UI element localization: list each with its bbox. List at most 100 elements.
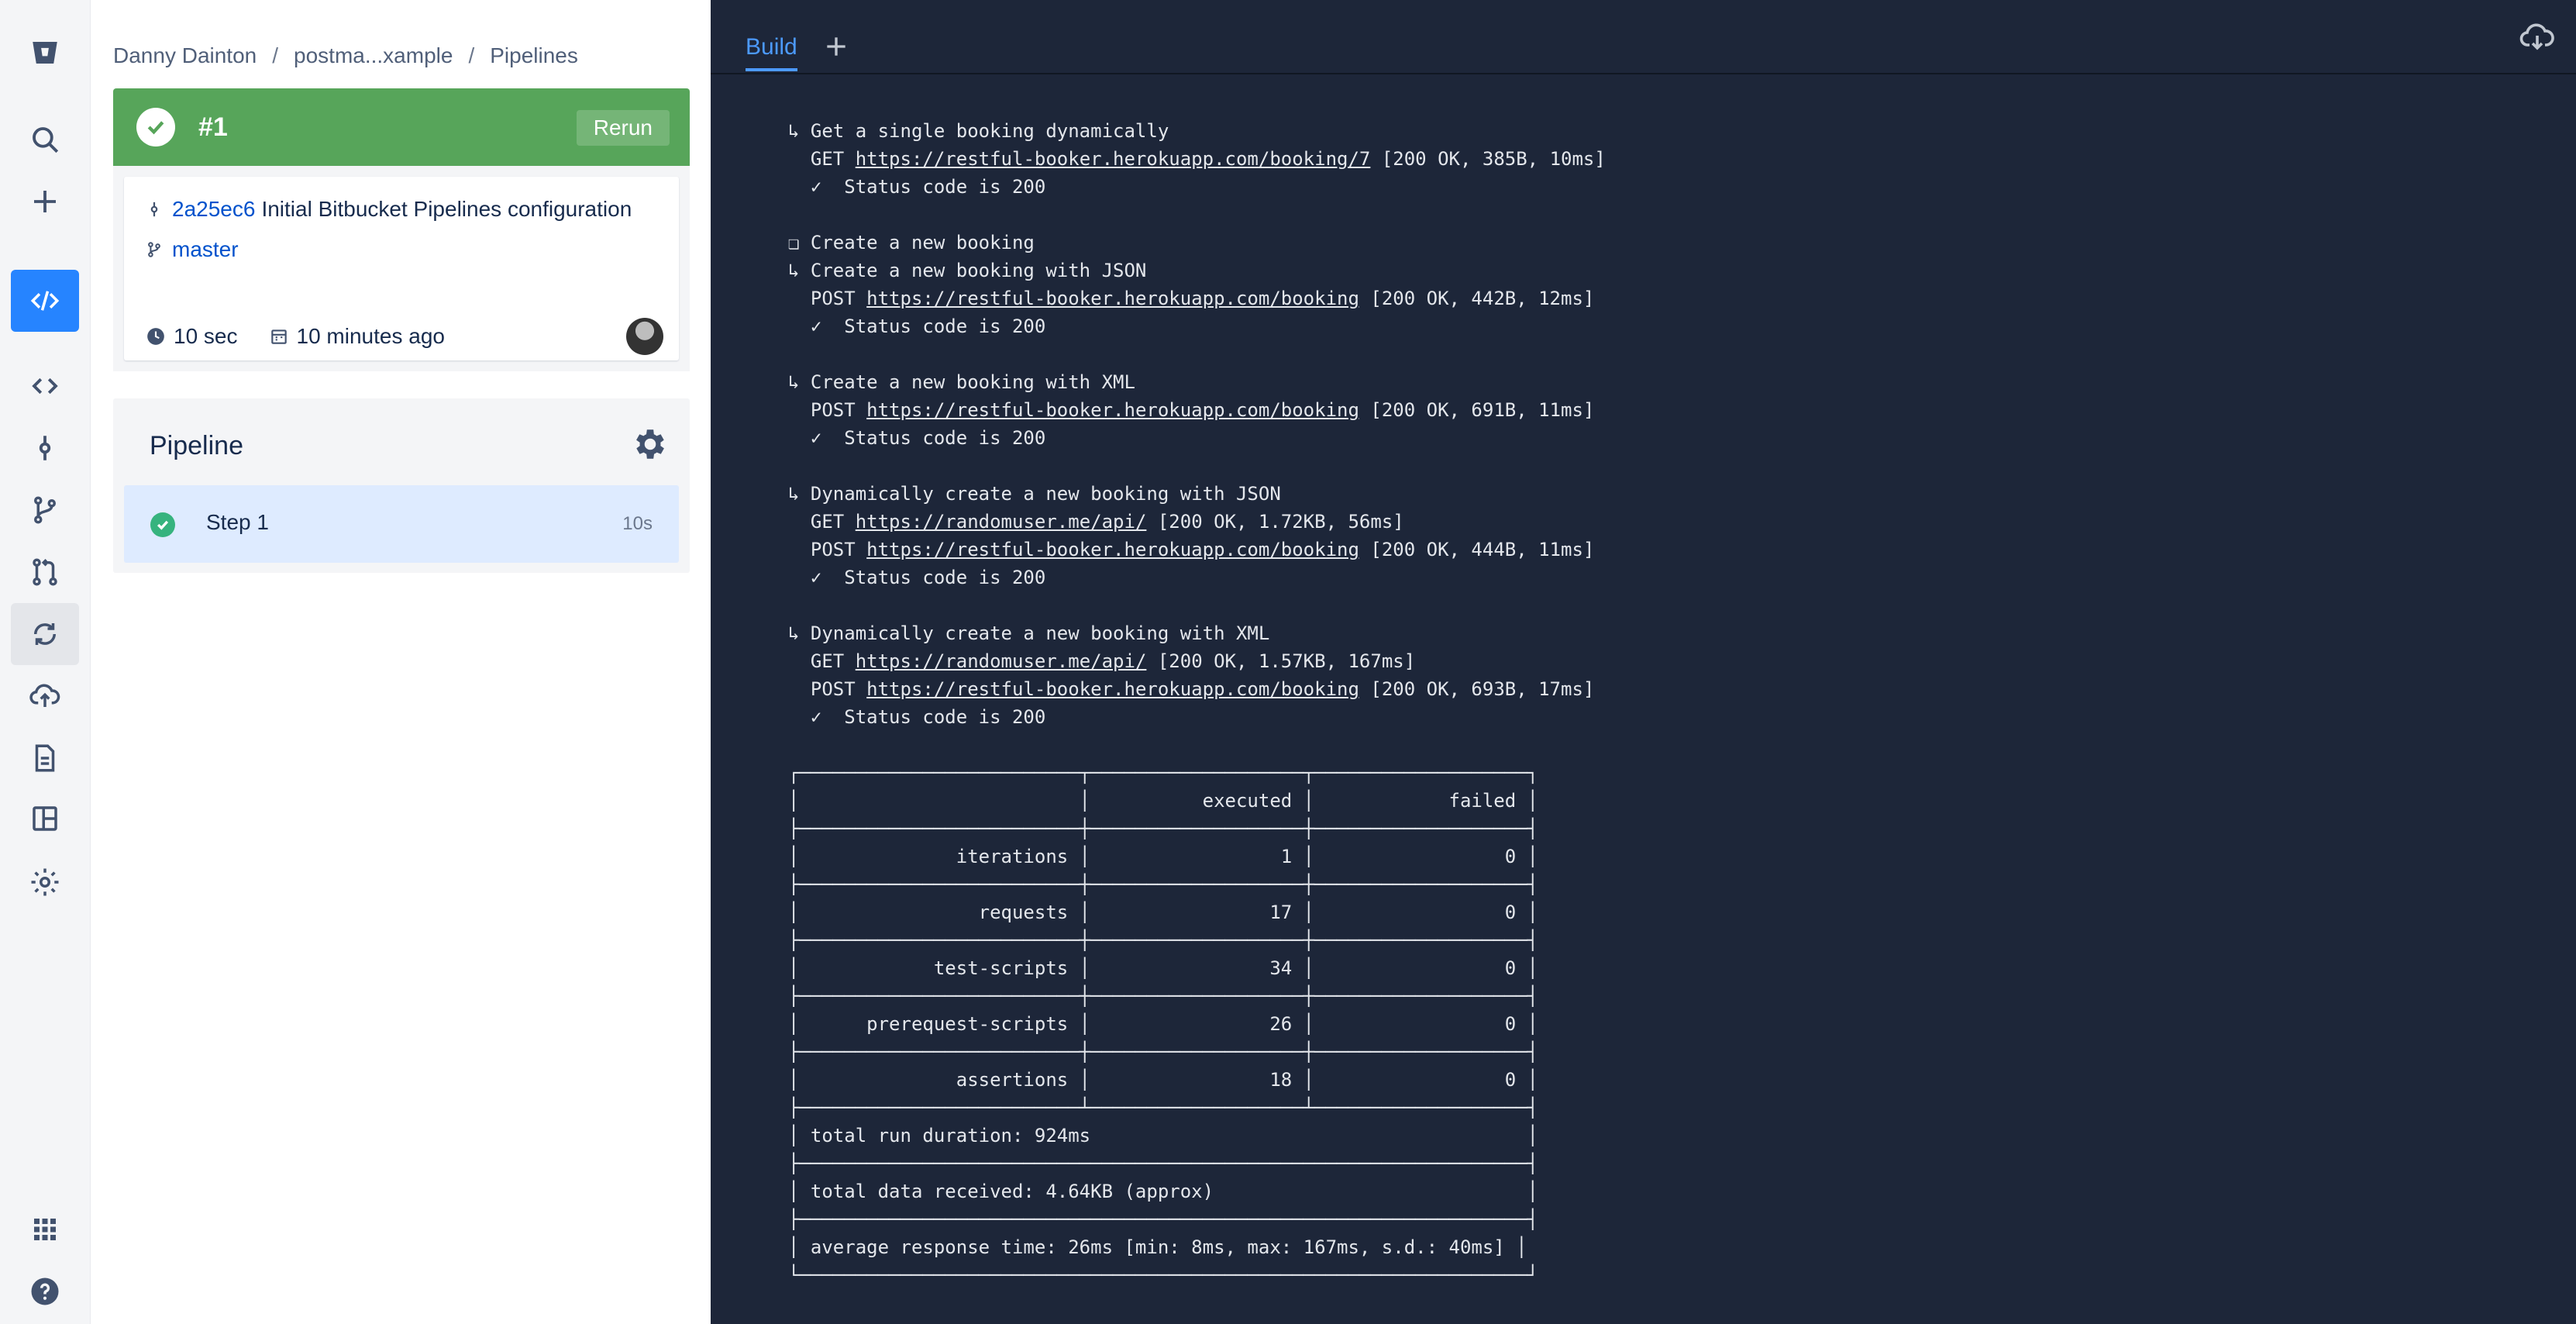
commit-row: 2a25ec6 Initial Bitbucket Pipelines conf… — [146, 197, 632, 222]
breadcrumb-separator: / — [272, 43, 279, 67]
pipelines-icon[interactable] — [11, 603, 79, 665]
step-duration: 10s — [622, 513, 653, 534]
log-line: ├───────────────────────────────────────… — [788, 1153, 1539, 1174]
author-avatar[interactable] — [626, 318, 663, 355]
log-line: ✓ Status code is 200 — [788, 176, 1046, 198]
code-icon[interactable] — [11, 355, 79, 417]
log-line: GET https://randomuser.me/api/ [200 OK, … — [788, 650, 1416, 672]
log-line: │ requests │ 17 │ 0 │ — [788, 902, 1539, 923]
calendar-icon — [270, 329, 287, 344]
log-url-link[interactable]: https://restful-booker.herokuapp.com/boo… — [866, 678, 1359, 700]
add-tab-button[interactable] — [821, 31, 852, 62]
breadcrumb-repo[interactable]: postma...xample — [294, 43, 453, 68]
log-line: ✓ Status code is 200 — [788, 567, 1046, 588]
log-line: │ iterations │ 1 │ 0 │ — [788, 846, 1539, 867]
log-line: │ prerequest-scripts │ 26 │ 0 │ — [788, 1013, 1539, 1035]
log-url-link[interactable]: https://restful-booker.herokuapp.com/boo… — [866, 288, 1359, 309]
step-name: Step 1 — [206, 510, 269, 534]
log-line: ↳ Create a new booking with XML — [788, 371, 1135, 393]
log-line: GET https://restful-booker.herokuapp.com… — [788, 148, 1606, 170]
plus-icon[interactable] — [11, 171, 79, 233]
log-url-link[interactable]: https://restful-booker.herokuapp.com/boo… — [866, 539, 1359, 560]
log-line: POST https://restful-booker.herokuapp.co… — [788, 678, 1595, 700]
download-log-icon[interactable] — [2519, 19, 2556, 56]
commit-card: 2a25ec6 Initial Bitbucket Pipelines conf… — [113, 166, 690, 371]
deployments-icon[interactable] — [11, 665, 79, 727]
log-url-link[interactable]: https://randomuser.me/api/ — [856, 650, 1147, 672]
app-switcher-icon[interactable] — [11, 1198, 79, 1260]
log-line: POST https://restful-booker.herokuapp.co… — [788, 288, 1595, 309]
source-icon[interactable] — [11, 270, 79, 332]
global-nav — [0, 0, 91, 1324]
breadcrumb-separator: / — [468, 43, 475, 67]
log-line: └───────────────────────────────────────… — [788, 1264, 1539, 1286]
log-line: ✓ Status code is 200 — [788, 315, 1046, 337]
rerun-button[interactable]: Rerun — [576, 110, 670, 146]
pipeline-sidebar: Danny Dainton / postma...xample / Pipeli… — [91, 0, 711, 1324]
log-line: ├─────────────────────────┼─────────────… — [788, 929, 1539, 951]
commits-icon[interactable] — [11, 417, 79, 479]
log-line: ↳ Get a single booking dynamically — [788, 120, 1169, 142]
log-url-link[interactable]: https://restful-booker.herokuapp.com/boo… — [856, 148, 1371, 170]
breadcrumb: Danny Dainton / postma...xample / Pipeli… — [113, 40, 578, 71]
log-line: POST https://restful-booker.herokuapp.co… — [788, 399, 1595, 421]
log-output: ↳ Get a single booking dynamically GET h… — [788, 117, 1606, 1289]
build-status-header: #1 Rerun — [113, 88, 690, 166]
log-line: ❏ Create a new booking — [788, 232, 1035, 253]
log-line: ↳ Dynamically create a new booking with … — [788, 622, 1270, 644]
log-line: ┌─────────────────────────┬─────────────… — [788, 762, 1539, 784]
search-icon[interactable] — [11, 109, 79, 171]
bitbucket-logo[interactable] — [11, 22, 79, 84]
settings-icon[interactable] — [11, 851, 79, 913]
log-line: │ assertions │ 18 │ 0 │ — [788, 1069, 1539, 1091]
log-line: ↳ Create a new booking with JSON — [788, 260, 1147, 281]
log-line: ↳ Dynamically create a new booking with … — [788, 483, 1281, 505]
downloads-icon[interactable] — [11, 727, 79, 789]
log-line: │ total run duration: 924ms │ — [788, 1125, 1539, 1146]
log-line: │ average response time: 26ms [min: 8ms,… — [788, 1236, 1527, 1258]
build-number: #1 — [198, 112, 228, 142]
log-url-link[interactable]: https://randomuser.me/api/ — [856, 511, 1147, 533]
build-meta: 10 sec 10 minutes ago — [146, 324, 445, 349]
pipeline-title: Pipeline — [150, 431, 243, 460]
branch-icon — [148, 242, 160, 257]
log-url-link[interactable]: https://restful-booker.herokuapp.com/boo… — [866, 399, 1359, 421]
breadcrumb-pipelines[interactable]: Pipelines — [490, 43, 578, 68]
gear-icon[interactable] — [631, 425, 670, 464]
pipeline-step[interactable]: Step 1 10s — [124, 485, 679, 563]
log-line: GET https://randomuser.me/api/ [200 OK, … — [788, 511, 1404, 533]
log-line: ├─────────────────────────┼─────────────… — [788, 818, 1539, 840]
branch-row: master — [146, 237, 239, 262]
pipeline-panel: Pipeline Step 1 10s — [113, 398, 690, 573]
build-log-viewer: Build ↳ Get a single booking dynamically… — [711, 0, 2576, 1324]
branches-icon[interactable] — [11, 479, 79, 541]
build-started: 10 minutes ago — [296, 324, 445, 348]
commit-hash-link[interactable]: 2a25ec6 — [172, 197, 255, 222]
commit-message: Initial Bitbucket Pipelines configuratio… — [261, 197, 632, 221]
tab-build[interactable]: Build — [746, 34, 797, 71]
boards-icon[interactable] — [11, 788, 79, 850]
log-tabs: Build — [711, 0, 2576, 74]
commit-icon — [150, 202, 158, 217]
log-line: ✓ Status code is 200 — [788, 706, 1046, 728]
log-line: ├─────────────────────────┼─────────────… — [788, 985, 1539, 1007]
log-line: POST https://restful-booker.herokuapp.co… — [788, 539, 1595, 560]
build-duration: 10 sec — [174, 324, 238, 348]
step-success-icon — [150, 512, 175, 537]
log-line: │ test-scripts │ 34 │ 0 │ — [788, 957, 1539, 979]
branch-link[interactable]: master — [172, 237, 239, 262]
pull-requests-icon[interactable] — [11, 541, 79, 603]
success-check-icon — [136, 108, 175, 147]
log-line: ├───────────────────────────────────────… — [788, 1208, 1539, 1230]
help-icon[interactable] — [11, 1260, 79, 1322]
log-line: ├─────────────────────────┴─────────────… — [788, 1097, 1539, 1119]
clock-icon — [147, 328, 164, 345]
log-line: │ total data received: 4.64KB (approx) │ — [788, 1181, 1539, 1202]
log-line: ├─────────────────────────┼─────────────… — [788, 1041, 1539, 1063]
breadcrumb-user[interactable]: Danny Dainton — [113, 43, 257, 68]
log-line: ✓ Status code is 200 — [788, 427, 1046, 449]
